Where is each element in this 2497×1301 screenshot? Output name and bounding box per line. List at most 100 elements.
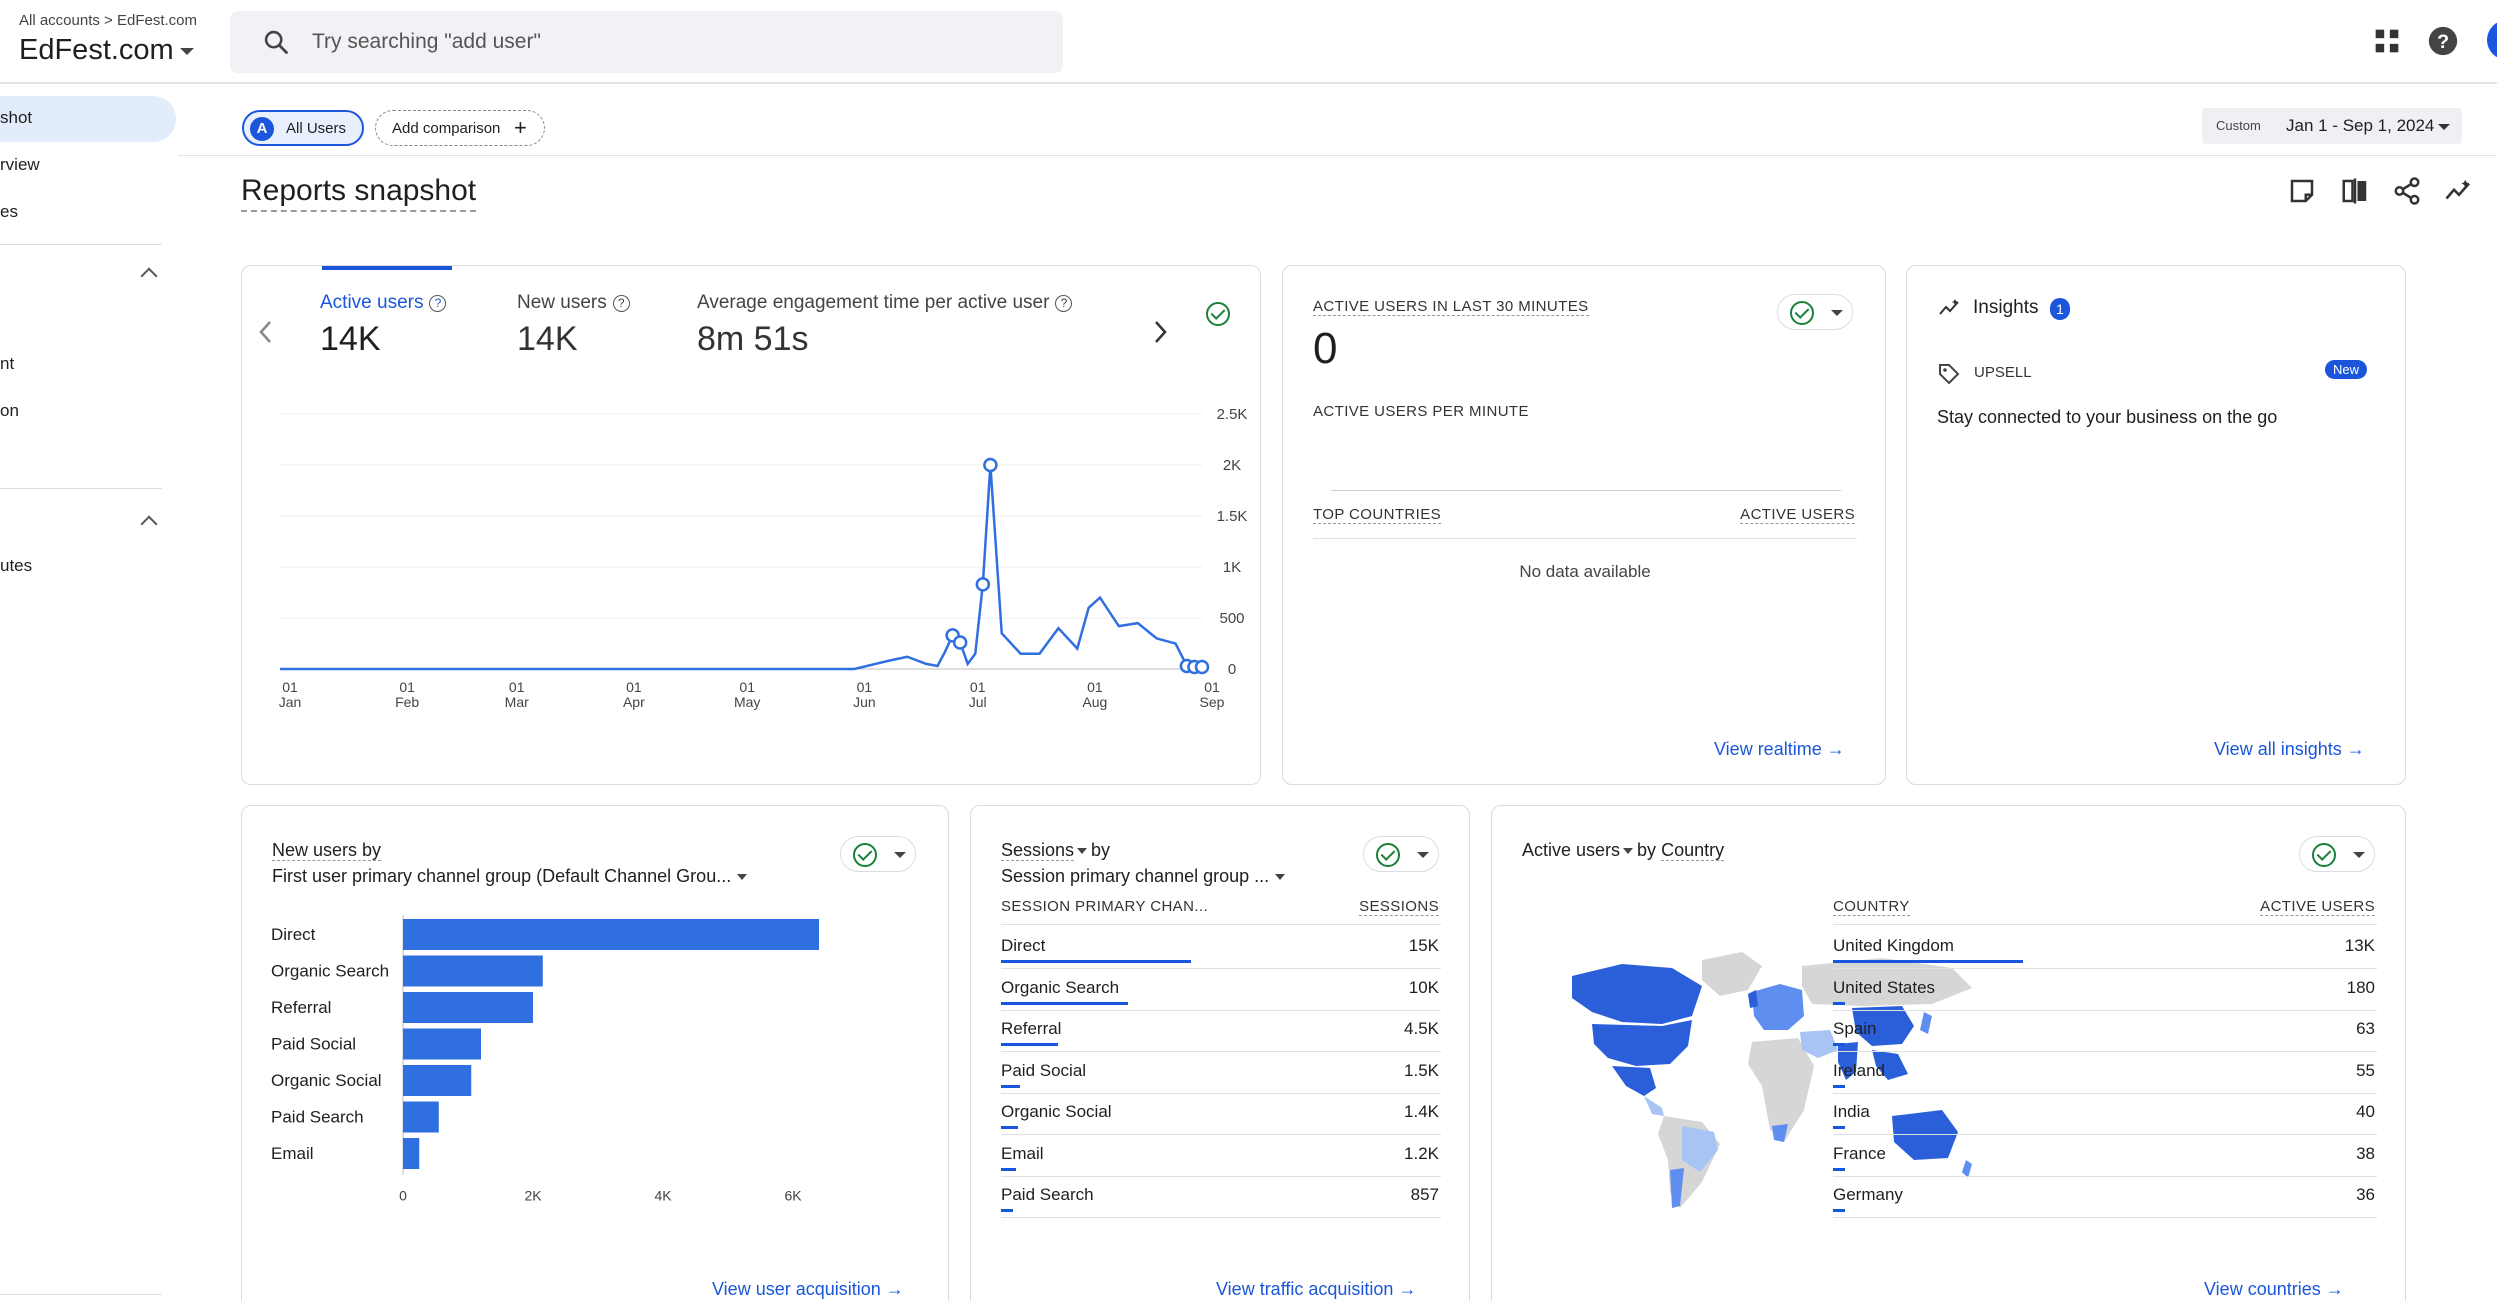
countries-title[interactable]: Active users by Country <box>1522 840 1725 861</box>
bar[interactable] <box>403 955 543 987</box>
table-row-label[interactable]: United Kingdom <box>1833 936 1954 956</box>
row-divider <box>1833 1051 2377 1052</box>
table-row-label[interactable]: Paid Search <box>1001 1185 1094 1205</box>
dropdown-arrow-icon <box>2353 852 2365 858</box>
view-countries-link[interactable]: View countries → <box>2204 1279 2344 1300</box>
add-comparison-button[interactable]: Add comparison + <box>375 110 545 146</box>
table-row-label[interactable]: India <box>1833 1102 1870 1122</box>
table-row-label[interactable]: Email <box>1001 1144 1044 1164</box>
check-circle-icon <box>1376 843 1400 867</box>
bar[interactable] <box>403 1065 472 1096</box>
canada-shape <box>1572 964 1702 1024</box>
bar[interactable] <box>403 1028 481 1060</box>
row-divider <box>1833 968 2377 969</box>
data-quality-dropdown[interactable] <box>1363 836 1439 872</box>
search-placeholder: Try searching "add user" <box>312 30 541 53</box>
account-selector[interactable]: EdFest.com <box>19 34 194 67</box>
sidebar-item-4[interactable]: nt <box>0 354 14 374</box>
active-users-column-header: ACTIVE USERS <box>2260 898 2375 916</box>
chevron-up-icon[interactable] <box>140 515 158 533</box>
breadcrumb[interactable]: All accounts > EdFest.com <box>19 12 197 29</box>
bar[interactable] <box>403 1138 420 1169</box>
svg-text:?: ? <box>2437 31 2449 53</box>
anomaly-marker[interactable] <box>952 635 968 650</box>
table-row-value: 38 <box>2356 1143 2375 1163</box>
segment-chip-all-users[interactable]: A All Users <box>242 110 364 146</box>
x-tick-day: 01 <box>399 679 415 695</box>
link-label: View countries <box>2204 1279 2321 1299</box>
link-label: View all insights <box>2214 739 2342 759</box>
y-tick-label: 1.5K <box>1217 508 1248 525</box>
avatar[interactable] <box>2487 20 2497 60</box>
bar[interactable] <box>403 919 819 950</box>
share-bar <box>1833 1126 1845 1129</box>
sessions-title[interactable]: Sessions by <box>1001 840 1110 861</box>
x-tick-day: 01 <box>857 679 873 695</box>
metric-name: Sessions <box>1001 840 1075 861</box>
customize-report-icon[interactable] <box>2287 176 2317 206</box>
insight-text[interactable]: Stay connected to your business on the g… <box>1937 407 2277 428</box>
table-row-label[interactable]: France <box>1833 1144 1886 1164</box>
data-quality-dropdown[interactable] <box>1777 294 1853 330</box>
date-range-picker[interactable]: Custom Jan 1 - Sep 1, 2024 <box>2202 108 2462 144</box>
table-divider <box>1001 924 1441 925</box>
bar[interactable] <box>403 992 533 1023</box>
sidebar-item-overview[interactable]: rview <box>0 155 40 175</box>
bar[interactable] <box>403 1101 439 1133</box>
share-bar <box>1001 1167 1017 1171</box>
segment-label: All Users <box>286 120 347 137</box>
breadcrumb-leaf[interactable]: EdFest.com <box>117 12 197 29</box>
arrow-right-icon: → <box>1398 1279 1417 1299</box>
y-tick-label: 500 <box>1219 610 1244 627</box>
table-row-label[interactable]: Germany <box>1833 1185 1903 1205</box>
table-row-label[interactable]: Paid Social <box>1001 1061 1086 1081</box>
help-icon[interactable]: ? <box>2426 24 2460 58</box>
view-traffic-acquisition-link[interactable]: View traffic acquisition → <box>1216 1279 1416 1300</box>
view-all-insights-link[interactable]: View all insights → <box>2214 739 2365 760</box>
sidebar-item-snapshot[interactable]: shot <box>0 108 32 128</box>
sidebar-divider <box>0 1294 162 1295</box>
table-row-value: 13K <box>2344 936 2375 955</box>
bar-category-label: Email <box>271 1144 314 1163</box>
table-row-value: 63 <box>2356 1019 2375 1038</box>
table-row-label[interactable]: Direct <box>1001 936 1045 956</box>
table-row-label[interactable]: Organic Search <box>1001 978 1119 998</box>
link-label: View realtime <box>1714 739 1822 759</box>
search-input[interactable]: Try searching "add user" <box>230 11 1063 73</box>
x-tick-day: 01 <box>1087 679 1103 695</box>
countries-card: Active users by Country COUNTRY ACTIVE U… <box>1491 805 2406 1301</box>
x-tick-day: 01 <box>1204 679 1220 695</box>
x-tick-day: 01 <box>282 679 298 695</box>
anomaly-marker[interactable] <box>983 457 998 473</box>
sidebar-item-5[interactable]: on <box>0 401 19 421</box>
row-divider <box>1833 1134 2377 1135</box>
anomaly-marker[interactable] <box>1194 659 1210 675</box>
x-tick-label: 0 <box>399 1188 407 1204</box>
table-row-value: 15K <box>1408 936 1439 955</box>
data-quality-dropdown[interactable] <box>2299 836 2375 872</box>
table-row-label[interactable]: Spain <box>1833 1019 1876 1039</box>
chevron-up-icon[interactable] <box>140 267 158 285</box>
view-realtime-link[interactable]: View realtime → <box>1714 739 1845 760</box>
sidebar-item-3[interactable]: es <box>0 202 18 222</box>
table-row-label[interactable]: Ireland <box>1833 1061 1885 1081</box>
anomaly-marker[interactable] <box>975 577 991 592</box>
apps-grid-icon[interactable] <box>2370 24 2404 58</box>
insights-trend-icon[interactable] <box>2444 176 2474 206</box>
view-user-acquisition-link[interactable]: View user acquisition → <box>712 1279 904 1300</box>
table-row-label[interactable]: Organic Social <box>1001 1102 1112 1122</box>
sessions-dimension-selector[interactable]: Session primary channel group ... <box>1001 866 1286 887</box>
compare-icon[interactable] <box>2340 176 2370 206</box>
share-bar <box>1001 1043 1058 1046</box>
per-minute-label: ACTIVE USERS PER MINUTE <box>1313 403 1529 420</box>
japan-shape <box>1920 1012 1932 1034</box>
table-divider <box>1313 538 1857 539</box>
x-tick-month: Aug <box>1082 694 1107 710</box>
share-bar <box>1833 1043 1845 1046</box>
sidebar-item-6[interactable]: utes <box>0 556 32 576</box>
page-title: Reports snapshot <box>241 174 477 212</box>
table-row-label[interactable]: United States <box>1833 978 1935 998</box>
breadcrumb-root[interactable]: All accounts <box>19 12 100 29</box>
share-icon[interactable] <box>2392 176 2422 206</box>
table-row-label[interactable]: Referral <box>1001 1019 1061 1039</box>
